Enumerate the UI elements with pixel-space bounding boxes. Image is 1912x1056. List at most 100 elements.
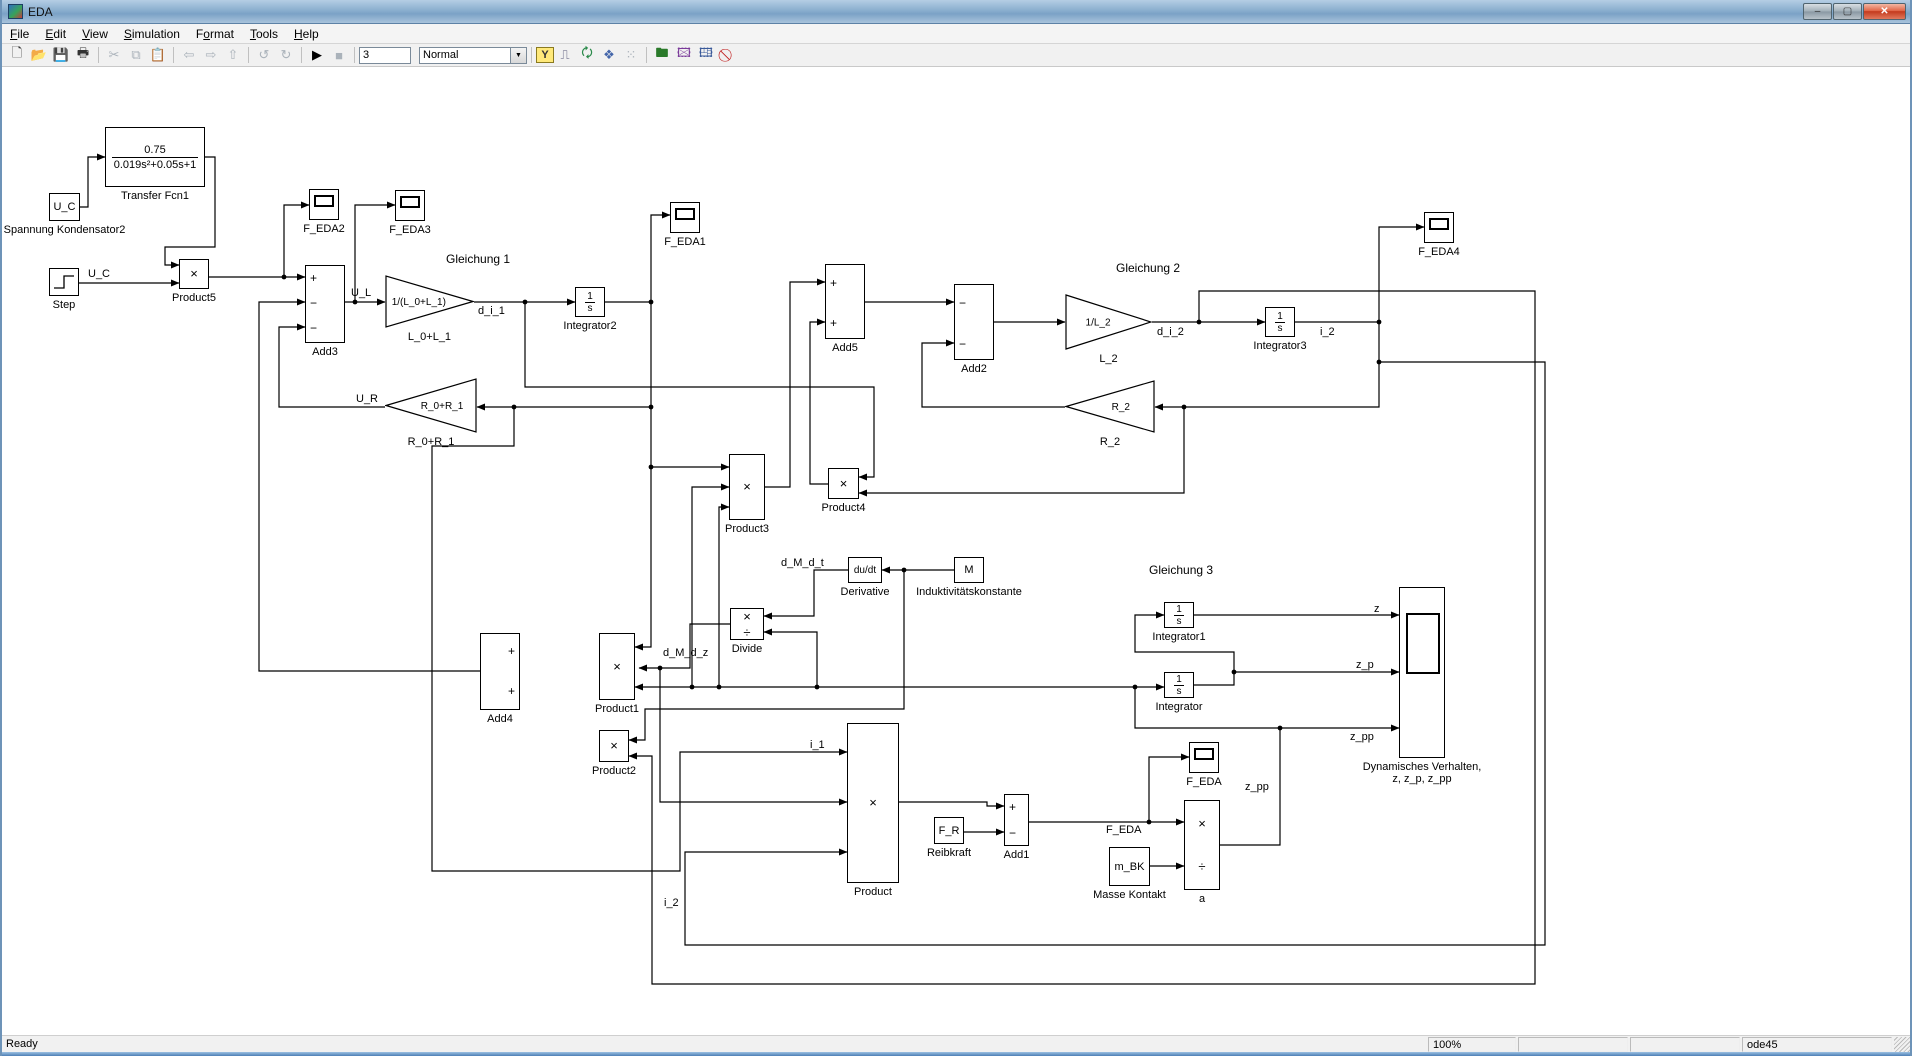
stop-simulation-icon: ■ [328, 45, 350, 65]
annotation[interactable]: Gleichung 1 [446, 252, 510, 266]
block-add3[interactable]: +−− [305, 265, 345, 343]
block-reibkraft[interactable]: F_R [934, 817, 964, 844]
simulation-mode-value: Normal [420, 49, 510, 61]
block-label-integrator: Integrator [1104, 701, 1254, 713]
block-product2[interactable]: × [599, 730, 629, 762]
block-derivative[interactable]: du/dt [848, 557, 882, 583]
block-f-eda3[interactable] [395, 190, 425, 221]
block-integrator3[interactable]: 1s [1265, 307, 1295, 337]
debug-icon[interactable]: 🖾 [673, 45, 695, 65]
wire-junction [902, 568, 907, 573]
block-product[interactable]: × [847, 723, 899, 883]
update-diagram-icon[interactable]: 🗘 [576, 45, 598, 65]
block-divide[interactable]: ×÷ [730, 608, 764, 640]
signal-label: U_R [356, 393, 378, 405]
annotation[interactable]: Gleichung 2 [1116, 261, 1180, 275]
block-product3[interactable]: × [729, 454, 765, 520]
block-f-eda[interactable] [1189, 742, 1219, 773]
close-button[interactable]: ✕ [1863, 3, 1906, 20]
wire[interactable] [605, 302, 651, 647]
wire[interactable] [764, 632, 817, 687]
signal-label: d_M_d_t [781, 557, 824, 569]
maximize-button[interactable]: ▢ [1833, 3, 1862, 20]
highlight-off-icon[interactable]: ⃠ [717, 45, 739, 65]
up-icon: ⇧ [222, 45, 244, 65]
status-cell-2 [1518, 1037, 1628, 1052]
menu-file[interactable]: File [2, 25, 37, 43]
signal-label: U_L [351, 287, 371, 299]
resize-grip[interactable] [1894, 1037, 1910, 1052]
menu-view[interactable]: View [74, 25, 116, 43]
simulation-mode-select[interactable]: Normal▼ [419, 47, 527, 64]
menu-edit[interactable]: Edit [37, 25, 74, 43]
signal-label: z_pp [1245, 781, 1269, 793]
model-canvas[interactable]: 0.75 0.019s²+0.05s+1Transfer Fcn1U_CSpan… [2, 67, 1910, 1035]
block-add1[interactable]: +− [1004, 794, 1029, 846]
block-product1[interactable]: × [599, 633, 635, 700]
library-links-icon[interactable]: ❖ [598, 45, 620, 65]
block-product4[interactable]: × [828, 468, 859, 499]
block-f-eda4[interactable] [1424, 212, 1454, 243]
library-browser-icon[interactable]: Y [536, 47, 554, 63]
toolbar-separator [646, 47, 647, 63]
print-icon[interactable]: 🖶 [72, 45, 94, 65]
start-simulation-icon[interactable]: ▶ [306, 45, 328, 65]
block-gain-r2[interactable]: R_2 [1065, 380, 1155, 433]
block-gain-l2[interactable]: 1/L_2 [1065, 294, 1152, 350]
build-icon[interactable]: 🖿 [651, 45, 673, 65]
minimize-button[interactable]: – [1803, 3, 1832, 20]
block-add5[interactable]: ++ [825, 264, 865, 339]
menu-format[interactable]: Format [188, 25, 242, 43]
wire-junction [1197, 320, 1202, 325]
annotation[interactable]: Gleichung 3 [1149, 563, 1213, 577]
block-step[interactable] [49, 268, 79, 296]
wire[interactable] [899, 802, 1004, 806]
wire-junction [815, 685, 820, 690]
block-integrator[interactable]: 1s [1164, 672, 1194, 698]
block-gain-l0-l1[interactable]: 1/(L_0+L_1) [385, 275, 474, 328]
block-masse-kontakt[interactable]: m_BK [1109, 847, 1150, 886]
save-icon[interactable]: 💾 [50, 45, 72, 65]
block-integrator1[interactable]: 1s [1164, 602, 1194, 628]
wire[interactable] [651, 215, 670, 302]
simulink-app-icon [8, 4, 23, 19]
block-f-eda2[interactable] [309, 189, 339, 220]
block-add2[interactable]: −− [954, 284, 994, 360]
menu-simulation[interactable]: Simulation [116, 25, 188, 43]
sum-sign: + [830, 278, 837, 288]
block-label-product: Product [798, 886, 948, 898]
wire-junction [1278, 726, 1283, 731]
signal-label: z [1374, 603, 1380, 615]
menu-bar: FileEditViewSimulationFormatToolsHelp [2, 24, 1910, 44]
block-induktivitaetskonstante[interactable]: M [954, 557, 984, 583]
block-product5[interactable]: × [179, 259, 209, 289]
block-spannung-kondensator2[interactable]: U_C [49, 193, 80, 221]
wire[interactable] [1149, 757, 1189, 822]
block-integrator2[interactable]: 1s [575, 287, 605, 317]
signal-label: i_1 [810, 739, 825, 751]
open-folder-icon[interactable]: 📂 [28, 45, 50, 65]
wire[interactable] [765, 282, 825, 487]
menu-tools[interactable]: Tools [242, 25, 286, 43]
scope-screen-icon [1429, 218, 1449, 230]
simulation-stop-time-input[interactable] [359, 47, 411, 64]
dropdown-arrow-icon[interactable]: ▼ [510, 48, 526, 63]
wire-junction [717, 685, 722, 690]
wire-junction [649, 465, 654, 470]
new-doc-icon[interactable]: 🗋 [6, 45, 28, 65]
menu-help[interactable]: Help [286, 25, 327, 43]
copy-icon: ⧉ [125, 45, 147, 65]
block-transfer-fcn1[interactable]: 0.75 0.019s²+0.05s+1 [105, 127, 205, 187]
wire-junction [1182, 405, 1187, 410]
block-dynamisches-verhalten-scope[interactable] [1399, 587, 1445, 758]
block-a-block[interactable]: ×÷ [1184, 800, 1220, 890]
title-bar: EDA – ▢ ✕ [2, 0, 1910, 24]
block-f-eda1[interactable] [670, 202, 700, 233]
wire[interactable] [1379, 227, 1424, 322]
block-add4[interactable]: ++ [480, 633, 520, 710]
model-browser-icon[interactable]: ⎍ [554, 45, 576, 65]
wire-junction [690, 685, 695, 690]
block-gain-r0-r1[interactable]: R_0+R_1 [385, 378, 477, 433]
report-icon[interactable]: 🖽 [695, 45, 717, 65]
toolbar-separator [173, 47, 174, 63]
